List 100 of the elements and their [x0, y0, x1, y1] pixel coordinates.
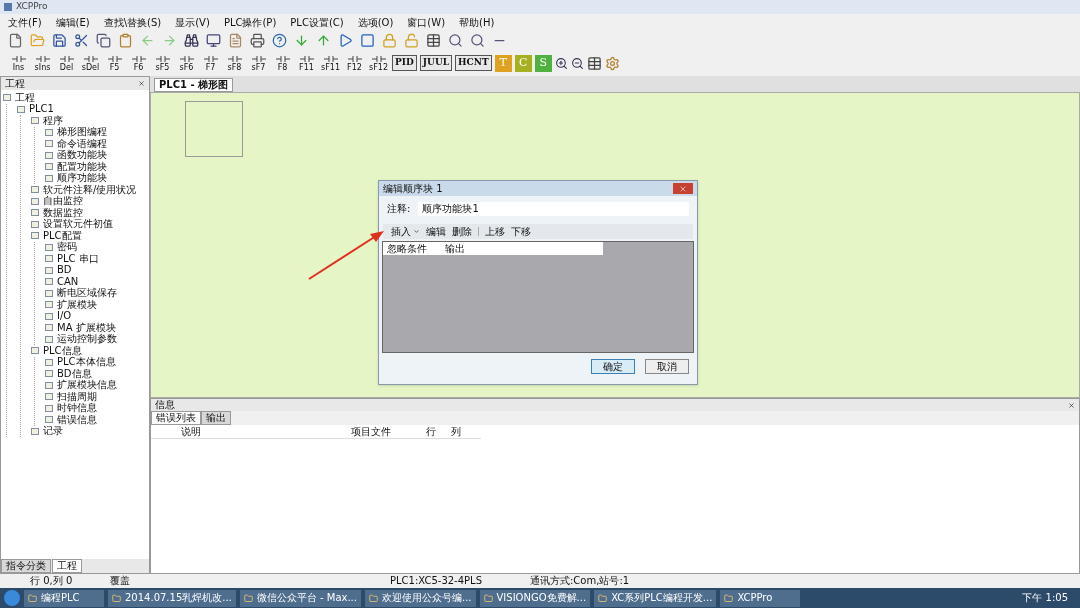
help-icon[interactable]	[272, 32, 287, 48]
paste-icon[interactable]	[118, 32, 133, 48]
tree-item[interactable]: 函数功能块	[57, 150, 107, 161]
dialog-button[interactable]: 取消	[645, 359, 689, 374]
tree-item[interactable]: BD	[57, 265, 72, 276]
taskbar-button[interactable]: 微信公众平台 - Max...	[239, 589, 361, 607]
ladder-tool-button[interactable]: F6	[128, 54, 149, 72]
tree-item[interactable]: PLC 串口	[57, 253, 99, 264]
taskbar-button[interactable]: XCPPro	[720, 589, 801, 607]
menu-item[interactable]: 显示(V)	[175, 14, 210, 30]
ladder-tool-button[interactable]: sIns	[32, 54, 53, 72]
tree-item[interactable]: I/O	[57, 311, 72, 322]
tree-item[interactable]: 设置软元件初值	[43, 219, 113, 230]
tree-item[interactable]: 扩展模块信息	[57, 380, 117, 391]
tree-item[interactable]: 自由监控	[43, 196, 83, 207]
toolbar-button[interactable]: 编辑	[426, 226, 446, 237]
taskbar-button[interactable]: 2014.07.15乳焊机改...	[108, 589, 236, 607]
tree-item[interactable]: 工程	[15, 92, 35, 103]
menu-item[interactable]: 查找\替换(S)	[103, 14, 162, 30]
copy-icon[interactable]	[96, 32, 111, 48]
search-icon[interactable]	[448, 32, 463, 48]
close-icon[interactable]	[1068, 401, 1075, 409]
zoom-out-icon[interactable]	[570, 56, 584, 70]
taskbar-button[interactable]: 欢迎使用公众号编...	[365, 589, 476, 607]
tree-item[interactable]: PLC配置	[43, 230, 82, 241]
grid-icon[interactable]	[586, 55, 602, 71]
toolbar-button[interactable]: 下移	[511, 226, 531, 237]
tree-item[interactable]: 扩展模块	[57, 299, 97, 310]
ladder-tool-button[interactable]: F7	[200, 54, 221, 72]
menu-item[interactable]: PLC操作(P)	[223, 14, 277, 30]
ladder-tool-button[interactable]: F5	[104, 54, 125, 72]
ladder-tool-button[interactable]: sDel	[80, 54, 101, 72]
tree-item[interactable]: 配置功能块	[57, 161, 107, 172]
download-icon[interactable]	[294, 32, 309, 48]
zoom-in-icon[interactable]	[554, 56, 568, 70]
ladder-tool-button[interactable]: sF11	[320, 54, 341, 72]
taskbar-button[interactable]: XC系列PLC编程开发...	[594, 589, 717, 607]
table-icon[interactable]	[426, 32, 441, 48]
taskbar-button[interactable]: 编程PLC	[24, 589, 104, 607]
tree-item[interactable]: BD信息	[57, 368, 92, 379]
print-icon[interactable]	[250, 32, 265, 48]
upload-icon[interactable]	[316, 32, 331, 48]
tree-item[interactable]: PLC信息	[43, 345, 82, 356]
function-block-button[interactable]: JUUL	[419, 55, 453, 71]
document-icon[interactable]	[228, 32, 243, 48]
function-block-button[interactable]: PID	[392, 55, 417, 71]
panel-tab[interactable]: 指令分类	[1, 559, 51, 573]
menu-item[interactable]: PLC设置(C)	[290, 14, 344, 30]
menu-item[interactable]: 窗口(W)	[407, 14, 446, 30]
tree-item[interactable]: 密码	[57, 242, 77, 253]
tree-item[interactable]: 软元件注释/使用状况	[43, 184, 137, 195]
start-button[interactable]	[4, 590, 20, 606]
monitor-icon[interactable]	[206, 32, 221, 48]
taskbar-button[interactable]: VISIONGO免费解...	[479, 589, 591, 607]
tree-item[interactable]: 数据监控	[43, 207, 83, 218]
close-icon[interactable]	[138, 80, 145, 87]
close-button[interactable]	[673, 183, 693, 194]
tree-item[interactable]: 梯形图编程	[57, 127, 107, 138]
comment-field[interactable]: 顺序功能块1	[418, 201, 689, 216]
cut-icon[interactable]	[74, 32, 89, 48]
stop-icon[interactable]	[360, 32, 375, 48]
ladder-tool-button[interactable]: sF6	[176, 54, 197, 72]
tree-item[interactable]: PLC1	[29, 104, 54, 115]
ladder-tool-button[interactable]: sF5	[152, 54, 173, 72]
menu-item[interactable]: 帮助(H)	[459, 14, 495, 30]
panel-tab[interactable]: 输出	[201, 411, 231, 425]
ladder-tool-button[interactable]: Ins	[8, 54, 29, 72]
tree-item[interactable]: 时钟信息	[57, 403, 97, 414]
save-icon[interactable]	[52, 32, 67, 48]
tree-item[interactable]: 顺序功能块	[57, 173, 107, 184]
zoom-page-icon[interactable]	[470, 32, 485, 48]
menu-item[interactable]: 选项(O)	[357, 14, 394, 30]
find-icon[interactable]	[184, 32, 199, 48]
toolbar-button[interactable]: 上移	[485, 226, 505, 237]
tree-item[interactable]: CAN	[57, 276, 79, 287]
tree-item[interactable]: 断电区域保存	[57, 288, 117, 299]
tree-item[interactable]: 命令语编程	[57, 138, 107, 149]
editor-tab[interactable]: PLC1 - 梯形图	[154, 78, 234, 92]
ladder-tool-button[interactable]: sF7	[248, 54, 269, 72]
menu-item[interactable]: 文件(F)	[8, 14, 42, 30]
ladder-tool-button[interactable]: sF8	[224, 54, 245, 72]
toolbar-button[interactable]: 删除	[452, 226, 472, 237]
tree-item[interactable]: 记录	[43, 426, 63, 437]
panel-tab[interactable]: 错误列表	[151, 411, 201, 425]
ladder-tool-button[interactable]: F8	[272, 54, 293, 72]
ladder-tool-button[interactable]: F12	[344, 54, 365, 72]
dialog-button[interactable]: 确定	[591, 359, 635, 374]
panel-tab[interactable]: 工程	[52, 559, 82, 573]
ladder-tool-button[interactable]: sF12	[368, 54, 389, 72]
ladder-tool-button[interactable]: F11	[296, 54, 317, 72]
ladder-tool-button[interactable]: Del	[56, 54, 77, 72]
new-file-icon[interactable]	[8, 32, 23, 48]
tree-item[interactable]: 扫描周期	[57, 391, 97, 402]
function-block-button[interactable]: HCNT	[455, 55, 492, 71]
tree-item[interactable]: 程序	[43, 115, 63, 126]
tree-item[interactable]: PLC本体信息	[57, 357, 116, 368]
tree-item[interactable]: MA 扩展模块	[57, 322, 116, 333]
tree-item[interactable]: 运动控制参数	[57, 334, 117, 345]
menu-item[interactable]: 编辑(E)	[55, 14, 90, 30]
tree-item[interactable]: 错误信息	[57, 414, 97, 425]
